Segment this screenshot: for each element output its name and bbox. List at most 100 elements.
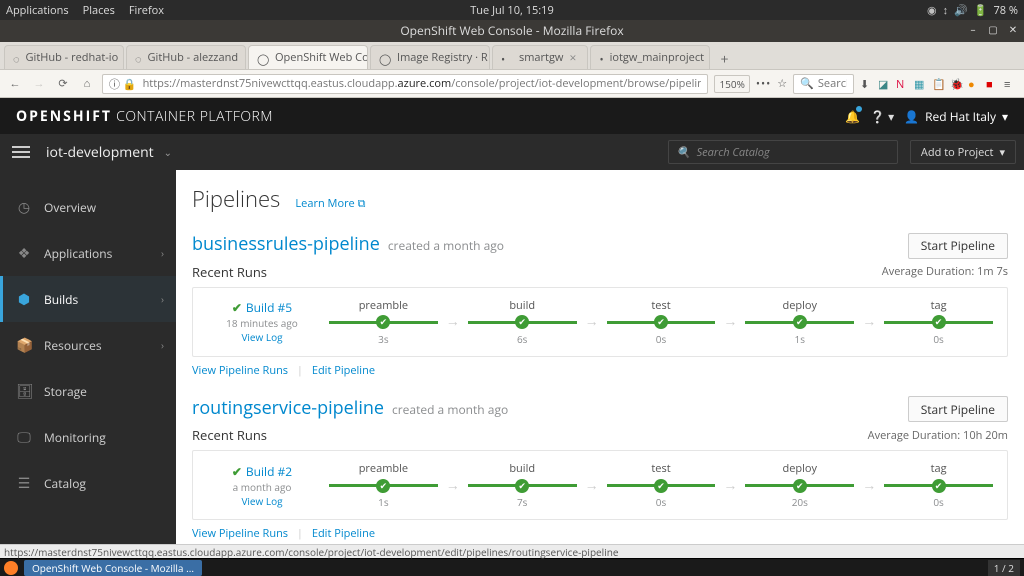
ext-icon-5[interactable]: 🐞 <box>950 77 964 91</box>
menu-applications[interactable]: Applications <box>6 3 69 18</box>
recent-runs-label: Recent Runs <box>192 426 267 444</box>
learn-more-link[interactable]: Learn More ⧉ <box>295 196 365 211</box>
new-tab-button[interactable]: + <box>712 49 736 69</box>
browser-tabbar: ◌GitHub - redhat-io× ◌GitHub - alezzand×… <box>0 42 1024 70</box>
chevron-right-icon: › <box>161 338 164 352</box>
zoom-level[interactable]: 150% <box>714 75 749 93</box>
pipeline-run-row: Build #2 a month ago View Log preamble1s… <box>192 450 1008 520</box>
back-button[interactable]: ← <box>6 75 24 93</box>
pipeline-name-link[interactable]: routingservice-pipeline <box>192 396 384 420</box>
pipeline-created-text: created a month ago <box>392 401 508 418</box>
pipeline-stage: test0s <box>607 298 716 346</box>
ext-icon-4[interactable]: 📋 <box>932 77 946 91</box>
start-pipeline-button[interactable]: Start Pipeline <box>908 396 1008 422</box>
tab-smartgw[interactable]: •smartgw× <box>492 45 588 69</box>
catalog-icon: ☰ <box>16 474 32 493</box>
battery-icon[interactable]: 🔋 <box>974 3 988 18</box>
search-icon: 🔍 <box>677 145 691 160</box>
pipeline-stage: deploy1s <box>745 298 854 346</box>
hamburger-button[interactable] <box>8 139 34 165</box>
storage-icon: 🗄 <box>16 382 32 401</box>
edit-pipeline-link[interactable]: Edit Pipeline <box>312 363 375 378</box>
search-input[interactable] <box>818 76 847 91</box>
pipeline-stage: build7s <box>468 461 577 509</box>
site-icon: • <box>599 52 603 64</box>
arrow-right-icon: → <box>585 312 599 331</box>
network-icon[interactable]: ↕ <box>943 3 949 18</box>
close-icon[interactable]: × <box>569 53 579 63</box>
sidebar-item-applications[interactable]: ❖Applications› <box>0 230 176 276</box>
brand-logo: OPENSHIFT CONTAINER PLATFORM <box>16 107 273 126</box>
tab-openshift[interactable]: ◯OpenShift Web Co× <box>248 45 368 69</box>
close-icon[interactable]: × <box>244 53 246 63</box>
menu-places[interactable]: Places <box>83 3 115 18</box>
view-pipeline-runs-link[interactable]: View Pipeline Runs <box>192 363 288 378</box>
pipeline-name-link[interactable]: businessrules-pipeline <box>192 232 380 256</box>
site-icon: • <box>501 52 513 64</box>
reload-button[interactable]: ⟳ <box>54 75 72 93</box>
recent-runs-label: Recent Runs <box>192 263 267 281</box>
openshift-icon: ◯ <box>257 52 269 64</box>
add-to-project-button[interactable]: Add to Project▾ <box>910 140 1016 164</box>
taskbar-app-button[interactable]: OpenShift Web Console - Mozilla ... <box>24 560 202 576</box>
tab-iotgw[interactable]: •iotgw_mainproject× <box>590 45 710 69</box>
arrow-right-icon: → <box>723 312 737 331</box>
pipeline-card: routingservice-pipeline created a month … <box>192 396 1008 542</box>
build-link[interactable]: Build #2 <box>207 463 317 480</box>
chevron-right-icon: › <box>161 246 164 260</box>
search-icon: 🔍 <box>800 76 814 91</box>
sidebar-item-monitoring[interactable]: 🖵Monitoring <box>0 414 176 460</box>
window-maximize-button[interactable]: ▢ <box>986 22 1000 36</box>
cubes-icon: ❖ <box>16 244 32 263</box>
sidebar-item-builds[interactable]: ⬢Builds› <box>0 276 176 322</box>
workspace-indicator[interactable]: 1 / 2 <box>988 560 1020 576</box>
ext-icon-6[interactable]: ● <box>968 77 982 91</box>
view-log-link[interactable]: View Log <box>207 494 317 508</box>
ext-icon-3[interactable]: ▦ <box>914 77 928 91</box>
window-minimize-button[interactable]: – <box>966 22 980 36</box>
volume-icon[interactable]: 🔊 <box>954 3 968 18</box>
accessibility-icon[interactable]: ◉ <box>927 3 937 18</box>
arrow-right-icon: → <box>862 312 876 331</box>
pipeline-stage: test0s <box>607 461 716 509</box>
edit-pipeline-link[interactable]: Edit Pipeline <box>312 526 375 541</box>
menu-firefox[interactable]: Firefox <box>129 3 164 18</box>
ext-icon-2[interactable]: N <box>896 77 910 91</box>
download-icon[interactable]: ⬇ <box>860 77 874 91</box>
ext-icon-7[interactable]: ■ <box>986 77 1000 91</box>
search-field[interactable]: 🔍 <box>793 74 854 94</box>
help-button[interactable]: ❔ ▾ <box>870 108 894 125</box>
sidebar-item-catalog[interactable]: ☰Catalog <box>0 460 176 506</box>
user-menu[interactable]: 👤Red Hat Italy▾ <box>904 108 1008 125</box>
ext-icon-1[interactable]: ◪ <box>878 77 892 91</box>
browser-menu-button[interactable]: ≡ <box>1004 77 1018 91</box>
tab-github-1[interactable]: ◌GitHub - redhat-io× <box>4 45 124 69</box>
url-field[interactable]: ⓘ 🔒 https://masterdnst75nivewcttqq.eastu… <box>102 74 708 94</box>
bookmark-button[interactable]: ☆ <box>777 76 787 91</box>
view-pipeline-runs-link[interactable]: View Pipeline Runs <box>192 526 288 541</box>
build-link[interactable]: Build #5 <box>207 299 317 316</box>
tab-github-2[interactable]: ◌GitHub - alezzand× <box>126 45 246 69</box>
sidebar-item-overview[interactable]: ◷Overview <box>0 184 176 230</box>
start-pipeline-button[interactable]: Start Pipeline <box>908 233 1008 259</box>
search-catalog-input[interactable]: 🔍Search Catalog <box>668 140 898 164</box>
dashboard-icon: ◷ <box>16 198 32 217</box>
page-actions-button[interactable]: ••• <box>756 76 771 91</box>
home-button[interactable]: ⌂ <box>78 75 96 93</box>
arrow-right-icon: → <box>446 476 460 495</box>
main-content: Pipelines Learn More ⧉ businessrules-pip… <box>176 170 1024 544</box>
forward-button[interactable]: → <box>30 75 48 93</box>
project-selector[interactable]: iot-development⌄ <box>46 143 172 162</box>
build-ago-text: a month ago <box>207 480 317 494</box>
tab-registry[interactable]: ◯Image Registry · R× <box>370 45 490 69</box>
firefox-icon[interactable] <box>4 561 18 575</box>
notification-bell-button[interactable]: 🔔 <box>845 108 860 125</box>
view-log-link[interactable]: View Log <box>207 330 317 344</box>
window-close-button[interactable]: ✕ <box>1006 22 1020 36</box>
sidebar-item-storage[interactable]: 🗄Storage <box>0 368 176 414</box>
build-ago-text: 18 minutes ago <box>207 316 317 330</box>
arrow-right-icon: → <box>862 476 876 495</box>
chevron-right-icon: › <box>161 292 164 306</box>
sidebar-item-resources[interactable]: 📦Resources› <box>0 322 176 368</box>
average-duration-text: Average Duration: 1m 7s <box>882 264 1008 279</box>
